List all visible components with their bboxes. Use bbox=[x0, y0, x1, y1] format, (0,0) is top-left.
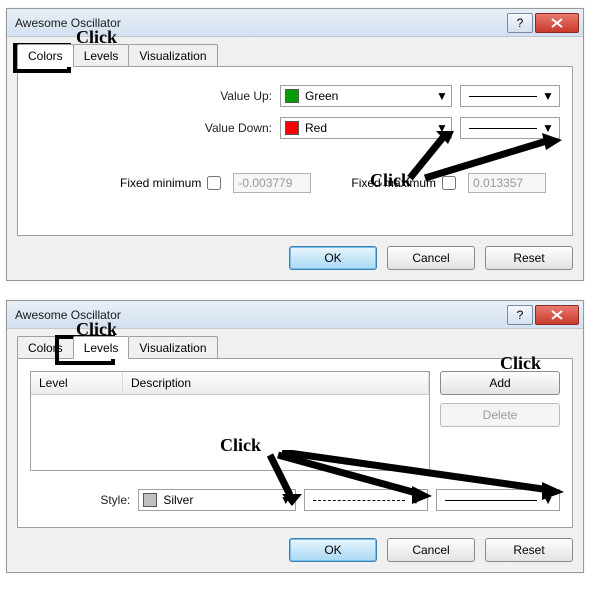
dialog-levels: Awesome Oscillator ? Colors Levels Visua… bbox=[6, 300, 584, 573]
color-swatch-silver bbox=[143, 493, 157, 507]
chevron-down-icon: ▼ bbox=[279, 493, 293, 507]
help-icon: ? bbox=[517, 308, 524, 322]
style-width-combo[interactable]: ▼ bbox=[436, 489, 560, 511]
close-icon bbox=[551, 310, 563, 320]
value-up-width-combo[interactable]: ▼ bbox=[460, 85, 560, 107]
levels-listbox[interactable]: Level Description bbox=[30, 371, 430, 471]
dialog-body: Colors Levels Visualization Level Descri… bbox=[7, 329, 583, 572]
tab-colors[interactable]: Colors bbox=[17, 44, 74, 67]
window-title: Awesome Oscillator bbox=[15, 16, 505, 30]
button-row: OK Cancel Reset bbox=[17, 246, 573, 270]
delete-button: Delete bbox=[440, 403, 560, 427]
color-swatch-green bbox=[285, 89, 299, 103]
tab-colors[interactable]: Colors bbox=[17, 336, 74, 359]
value-down-label: Value Down: bbox=[30, 121, 280, 135]
fixed-minimum-label: Fixed minimum bbox=[120, 176, 201, 190]
help-button[interactable]: ? bbox=[507, 305, 533, 325]
dialog-colors: Awesome Oscillator ? Colors Levels Visua… bbox=[6, 8, 584, 281]
side-buttons: Add Delete bbox=[440, 371, 560, 471]
line-sample-dashed bbox=[313, 500, 405, 501]
dialog-body: Colors Levels Visualization Value Up: Gr… bbox=[7, 37, 583, 280]
value-up-color-text: Green bbox=[305, 89, 338, 103]
line-sample bbox=[469, 96, 537, 97]
style-color-text: Silver bbox=[163, 493, 193, 507]
tab-levels[interactable]: Levels bbox=[73, 44, 130, 67]
fixed-maximum-label: Fixed maximum bbox=[351, 176, 436, 190]
button-row: OK Cancel Reset bbox=[17, 538, 573, 562]
tabstrip: Colors Levels Visualization bbox=[17, 44, 573, 67]
tab-levels[interactable]: Levels bbox=[73, 336, 130, 359]
value-down-color-combo[interactable]: Red ▼ bbox=[280, 117, 452, 139]
titlebar[interactable]: Awesome Oscillator ? bbox=[7, 9, 583, 37]
cancel-button[interactable]: Cancel bbox=[387, 538, 475, 562]
color-swatch-red bbox=[285, 121, 299, 135]
titlebar[interactable]: Awesome Oscillator ? bbox=[7, 301, 583, 329]
cancel-button[interactable]: Cancel bbox=[387, 246, 475, 270]
value-up-color-combo[interactable]: Green ▼ bbox=[280, 85, 452, 107]
line-sample bbox=[445, 500, 537, 501]
value-down-color-text: Red bbox=[305, 121, 327, 135]
fixed-minimum-checkbox[interactable] bbox=[207, 176, 221, 190]
column-description[interactable]: Description bbox=[123, 372, 429, 394]
style-label: Style: bbox=[30, 493, 138, 507]
fixed-maximum-field bbox=[468, 173, 546, 193]
help-icon: ? bbox=[517, 16, 524, 30]
help-button[interactable]: ? bbox=[507, 13, 533, 33]
tabpanel-colors: Value Up: Green ▼ ▼ Value Down: Red ▼ bbox=[17, 66, 573, 236]
close-button[interactable] bbox=[535, 305, 579, 325]
close-button[interactable] bbox=[535, 13, 579, 33]
reset-button[interactable]: Reset bbox=[485, 246, 573, 270]
close-icon bbox=[551, 18, 563, 28]
window-title: Awesome Oscillator bbox=[15, 308, 505, 322]
add-button[interactable]: Add bbox=[440, 371, 560, 395]
levels-table-header: Level Description bbox=[31, 372, 429, 395]
style-color-combo[interactable]: Silver ▼ bbox=[138, 489, 296, 511]
tab-visualization[interactable]: Visualization bbox=[128, 336, 217, 359]
value-down-width-combo[interactable]: ▼ bbox=[460, 117, 560, 139]
chevron-down-icon: ▼ bbox=[435, 121, 449, 135]
fixed-maximum-checkbox[interactable] bbox=[442, 176, 456, 190]
ok-button[interactable]: OK bbox=[289, 538, 377, 562]
tabpanel-levels: Level Description Add Delete Style: Silv… bbox=[17, 358, 573, 528]
chevron-down-icon: ▼ bbox=[409, 493, 423, 507]
reset-button[interactable]: Reset bbox=[485, 538, 573, 562]
line-sample bbox=[469, 128, 537, 129]
fixed-maximum-group: Fixed maximum bbox=[351, 176, 462, 190]
value-up-label: Value Up: bbox=[30, 89, 280, 103]
chevron-down-icon: ▼ bbox=[541, 493, 555, 507]
fixed-minimum-field bbox=[233, 173, 311, 193]
tab-visualization[interactable]: Visualization bbox=[128, 44, 217, 67]
fixed-minimum-group: Fixed minimum bbox=[120, 176, 227, 190]
style-line-combo[interactable]: ▼ bbox=[304, 489, 428, 511]
chevron-down-icon: ▼ bbox=[541, 121, 555, 135]
ok-button[interactable]: OK bbox=[289, 246, 377, 270]
column-level[interactable]: Level bbox=[31, 372, 123, 394]
chevron-down-icon: ▼ bbox=[435, 89, 449, 103]
chevron-down-icon: ▼ bbox=[541, 89, 555, 103]
tabstrip: Colors Levels Visualization bbox=[17, 336, 573, 359]
